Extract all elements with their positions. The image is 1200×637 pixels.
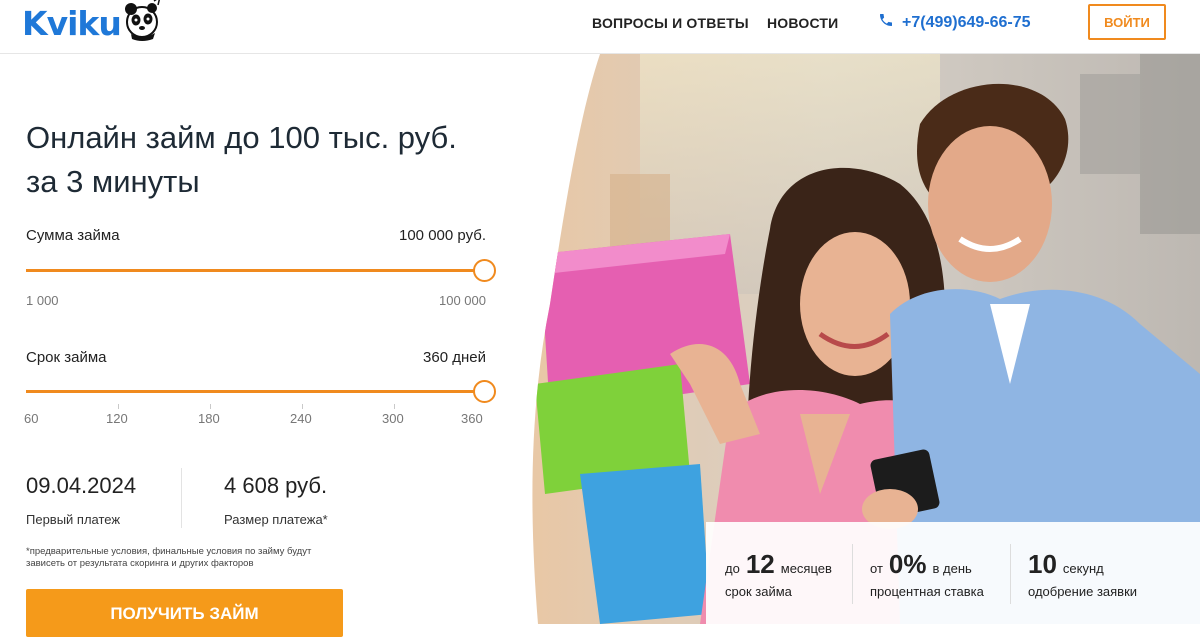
page-title: Онлайн займ до 100 тыс. руб. за 3 минуты	[26, 116, 496, 204]
term-tick-360: 360	[461, 411, 483, 426]
first-payment-label: Первый платеж	[26, 512, 121, 527]
amount-label: Сумма займа	[26, 227, 120, 244]
stat-rate-suffix: в день	[932, 561, 972, 576]
stat-rate: от 0% в день процентная ставка	[870, 550, 984, 599]
site-header: Kviku ВОПРОСЫ И ОТВЕТЫ НОВОСТИ +7(499)64…	[0, 0, 1200, 54]
term-tick-mark	[394, 404, 395, 409]
disclaimer-line-1: *предварительные условия, финальные усло…	[26, 546, 312, 557]
stat-term-prefix: до	[725, 561, 740, 576]
stat-rate-prefix: от	[870, 561, 883, 576]
stat-term: до 12 месяцев срок займа	[725, 550, 832, 599]
amount-slider-thumb[interactable]	[473, 259, 496, 282]
phone-icon	[878, 12, 894, 33]
term-tick-mark	[302, 404, 303, 409]
logo-text: Kviku	[22, 3, 122, 43]
stat-approval-suffix: секунд	[1062, 561, 1104, 576]
stat-term-value: 12	[745, 549, 775, 579]
term-slider[interactable]	[26, 380, 496, 404]
stats-divider	[852, 544, 853, 604]
amount-slider-track[interactable]	[26, 269, 484, 272]
term-tick-mark	[210, 404, 211, 409]
title-line-1: Онлайн займ до 100 тыс. руб.	[26, 120, 457, 155]
phone-link[interactable]: +7(499)649-66-75	[878, 12, 1031, 33]
term-value: 360 дней	[423, 349, 486, 366]
term-slider-thumb[interactable]	[473, 380, 496, 403]
stat-rate-value: 0%	[888, 549, 927, 579]
nav-faq-link[interactable]: ВОПРОСЫ И ОТВЕТЫ	[592, 15, 749, 31]
stats-divider	[1010, 544, 1011, 604]
disclaimer-note: *предварительные условия, финальные усло…	[26, 546, 326, 570]
term-label: Срок займа	[26, 349, 107, 366]
login-button[interactable]: ВОЙТИ	[1088, 4, 1166, 40]
amount-min-label: 1 000	[26, 293, 59, 308]
stat-approval-caption: одобрение заявки	[1028, 584, 1138, 599]
nav-news-link[interactable]: НОВОСТИ	[767, 15, 838, 31]
first-payment-date: 09.04.2024	[26, 473, 137, 498]
disclaimer-line-2: зависеть от результата скоринга и других…	[26, 558, 254, 569]
term-tick-240: 240	[290, 411, 312, 426]
amount-slider[interactable]	[26, 259, 496, 283]
term-tick-300: 300	[382, 411, 404, 426]
stat-term-caption: срок займа	[725, 584, 792, 599]
summary-divider	[181, 468, 182, 528]
payment-amount-label: Размер платежа*	[224, 512, 328, 527]
phone-number: +7(499)649-66-75	[902, 13, 1031, 31]
logo[interactable]: Kviku	[22, 0, 163, 46]
title-line-2: за 3 минуты	[26, 164, 200, 199]
payment-amount: 4 608 руб.	[224, 473, 328, 498]
stat-term-suffix: месяцев	[780, 561, 832, 576]
amount-max-label: 100 000	[439, 293, 486, 308]
term-tick-120: 120	[106, 411, 128, 426]
term-tick-60: 60	[24, 411, 39, 426]
term-slider-track[interactable]	[26, 390, 484, 393]
term-tick-mark	[118, 404, 119, 409]
stat-approval-value: 10	[1028, 549, 1057, 579]
stats-card: до 12 месяцев срок займа от 0% в день пр…	[706, 522, 1200, 624]
amount-value: 100 000 руб.	[399, 227, 486, 244]
stat-rate-caption: процентная ставка	[870, 584, 984, 599]
panda-mascot-icon	[123, 0, 163, 46]
stat-approval: 10 секунд одобрение заявки	[1028, 550, 1137, 599]
get-loan-button[interactable]: ПОЛУЧИТЬ ЗАЙМ	[26, 589, 343, 637]
term-tick-180: 180	[198, 411, 220, 426]
